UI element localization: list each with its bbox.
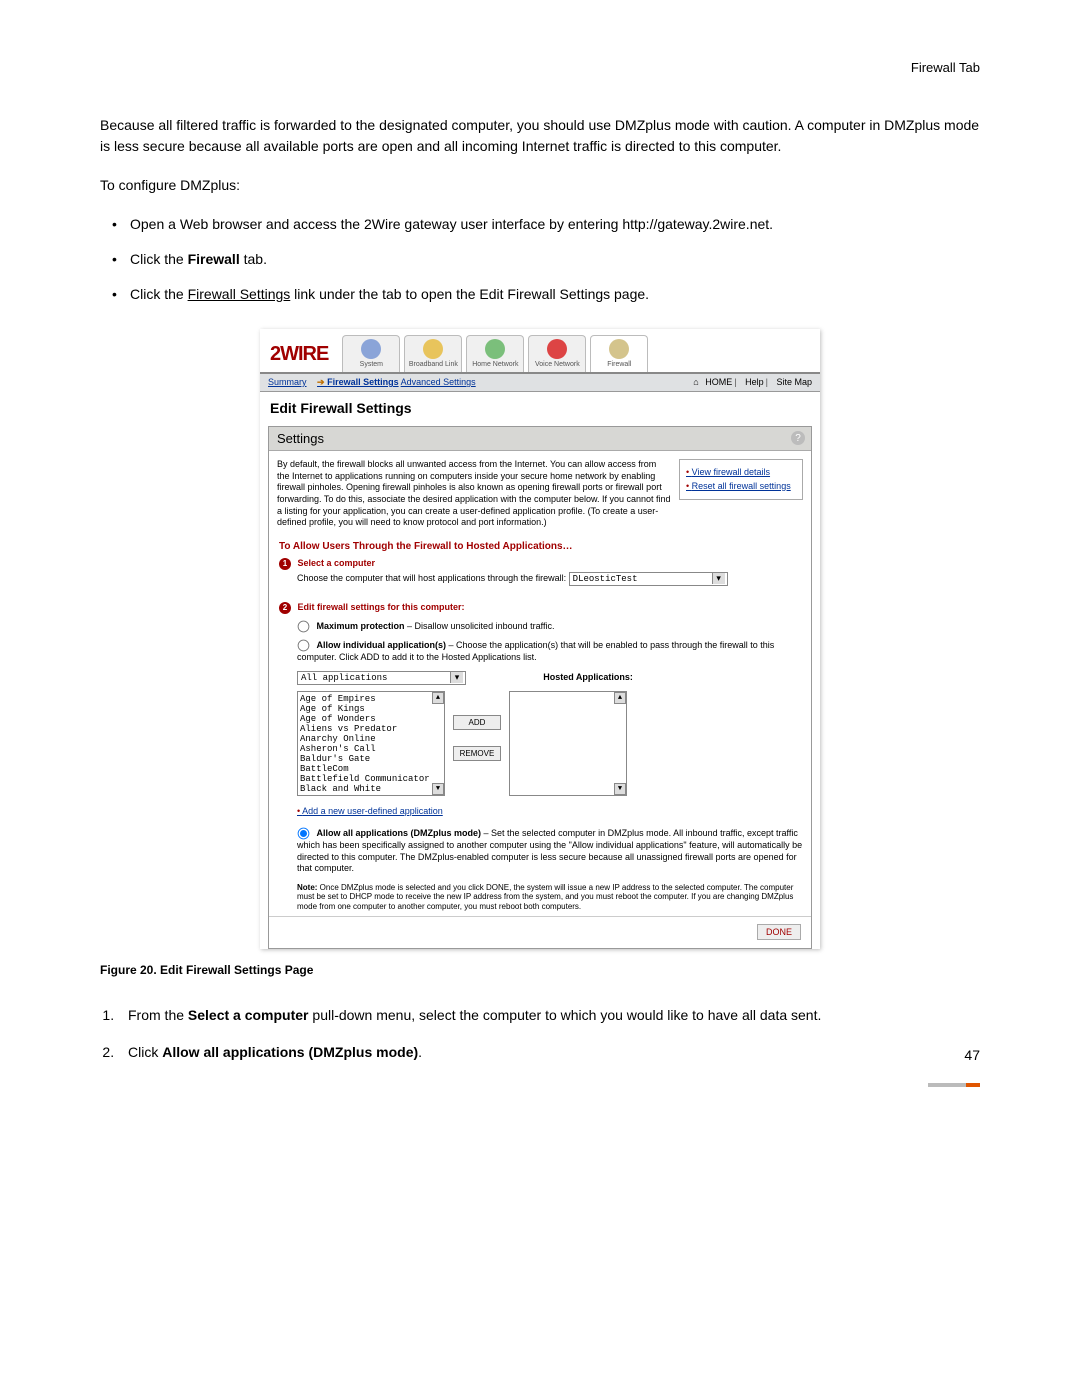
settings-panel: Settings ? By default, the firewall bloc…	[268, 426, 812, 949]
link-home[interactable]: HOME	[705, 377, 732, 387]
add-user-defined-link[interactable]: Add a new user-defined application	[297, 806, 443, 816]
link-reset-firewall[interactable]: Reset all firewall settings	[686, 480, 796, 494]
step-2: 2 Edit firewall settings for this comput…	[279, 602, 801, 614]
subnav-firewall-settings[interactable]: Firewall Settings	[317, 377, 399, 387]
bullet-list: Open a Web browser and access the 2Wire …	[100, 214, 980, 305]
list-item[interactable]: Age of Empires	[300, 694, 442, 704]
step-1-title: Select a computer	[298, 558, 376, 568]
numbered-steps: From the Select a computer pull-down men…	[100, 1005, 980, 1063]
footer-accent	[928, 1075, 980, 1079]
remove-button[interactable]: REMOVE	[453, 746, 501, 761]
bullet-1: Open a Web browser and access the 2Wire …	[130, 214, 980, 235]
list-item[interactable]: BattleCom	[300, 764, 442, 774]
available-apps-listbox[interactable]: ▲ ▼ Age of Empires Age of Kings Age of W…	[297, 691, 445, 796]
done-button[interactable]: DONE	[757, 924, 801, 940]
radio-allow-individual-input[interactable]	[298, 640, 310, 652]
link-sitemap[interactable]: Site Map	[776, 377, 812, 387]
top-tabs: 2WIRE System Broadband Link Home Network…	[260, 329, 820, 374]
link-view-firewall-details[interactable]: View firewall details	[686, 466, 796, 480]
hosted-apps-listbox[interactable]: ▲ ▼	[509, 691, 627, 796]
apps-category-dropdown[interactable]: All applications	[297, 671, 466, 685]
step-item-2: Click Allow all applications (DMZplus mo…	[118, 1042, 980, 1063]
voice-icon	[547, 339, 567, 359]
step-1-text: Choose the computer that will host appli…	[297, 573, 566, 583]
scroll-up-icon[interactable]: ▲	[432, 692, 444, 704]
sub-nav: Summary Firewall Settings Advanced Setti…	[260, 374, 820, 392]
page-header-label: Firewall Tab	[100, 60, 980, 75]
select-computer-dropdown[interactable]: DLeosticTest	[569, 572, 728, 586]
radio-allow-individual[interactable]: Allow individual application(s) – Choose…	[297, 639, 811, 664]
radio-dmzplus[interactable]: Allow all applications (DMZplus mode) – …	[297, 827, 811, 875]
list-item[interactable]: Age of Wonders	[300, 714, 442, 724]
firewall-icon	[609, 339, 629, 359]
page-title: Edit Firewall Settings	[260, 392, 820, 422]
scroll-down-icon[interactable]: ▼	[432, 783, 444, 795]
screenshot-mock: 2WIRE System Broadband Link Home Network…	[260, 329, 820, 949]
list-item[interactable]: Baldur's Gate	[300, 754, 442, 764]
list-item[interactable]: Anarchy Online	[300, 734, 442, 744]
step-item-1: From the Select a computer pull-down men…	[118, 1005, 980, 1026]
brand-logo: 2WIRE	[270, 343, 328, 372]
figure-caption: Figure 20. Edit Firewall Settings Page	[100, 963, 980, 977]
tab-broadband[interactable]: Broadband Link	[404, 335, 462, 372]
bullet-3: Click the Firewall Settings link under t…	[130, 284, 980, 305]
home-network-icon	[485, 339, 505, 359]
subnav-advanced[interactable]: Advanced Settings	[401, 377, 476, 387]
bullet-2: Click the Firewall tab.	[130, 249, 980, 270]
radio-max-protection-input[interactable]	[298, 621, 310, 633]
side-links-box: View firewall details Reset all firewall…	[679, 459, 803, 500]
tab-voice-network[interactable]: Voice Network	[528, 335, 586, 372]
step-1-badge: 1	[279, 558, 291, 570]
intro-paragraph-2: To configure DMZplus:	[100, 175, 980, 196]
tab-system[interactable]: System	[342, 335, 400, 372]
hosted-apps-label: Hosted Applications:	[543, 672, 633, 682]
step-1: 1 Select a computer Choose the computer …	[279, 558, 801, 586]
step-2-title: Edit firewall settings for this computer…	[298, 602, 465, 612]
tab-home-network[interactable]: Home Network	[466, 335, 524, 372]
note-text: Note: Once DMZplus mode is selected and …	[297, 883, 801, 912]
list-item[interactable]: Asheron's Call	[300, 744, 442, 754]
step-2-badge: 2	[279, 602, 291, 614]
broadband-icon	[423, 339, 443, 359]
home-icon: ⌂	[693, 377, 698, 387]
subnav-summary[interactable]: Summary	[268, 377, 307, 387]
help-icon[interactable]: ?	[791, 431, 805, 445]
radio-dmzplus-input[interactable]	[298, 827, 310, 839]
scroll-up-icon[interactable]: ▲	[614, 692, 626, 704]
page-number: 47	[964, 1047, 980, 1063]
intro-paragraph-1: Because all filtered traffic is forwarde…	[100, 115, 980, 157]
panel-heading: Settings ?	[269, 427, 811, 451]
link-help[interactable]: Help	[745, 377, 764, 387]
add-button[interactable]: ADD	[453, 715, 501, 730]
section-heading-red: To Allow Users Through the Firewall to H…	[279, 541, 801, 552]
tab-firewall[interactable]: Firewall	[590, 335, 648, 372]
list-item[interactable]: Battlefield Communicator	[300, 774, 442, 784]
list-item[interactable]: Age of Kings	[300, 704, 442, 714]
radio-max-protection[interactable]: Maximum protection – Disallow unsolicite…	[297, 620, 811, 633]
list-item[interactable]: Black and White	[300, 784, 442, 794]
system-icon	[361, 339, 381, 359]
panel-intro-text: By default, the firewall blocks all unwa…	[277, 459, 671, 529]
list-item[interactable]: Aliens vs Predator	[300, 724, 442, 734]
scroll-down-icon[interactable]: ▼	[614, 783, 626, 795]
